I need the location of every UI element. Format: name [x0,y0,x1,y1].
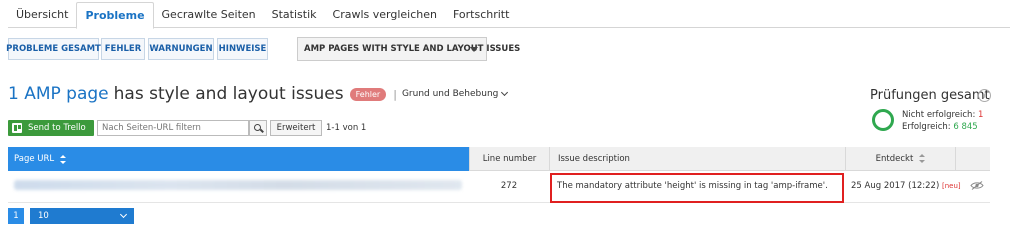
tab-compare-crawls[interactable]: Crawls vergleichen [325,2,445,28]
info-icon[interactable]: i [978,89,991,102]
result-count: 1-1 von 1 [326,123,367,133]
column-header-line-number: Line number [469,147,549,171]
column-header-issue-description: Issue description [549,147,845,171]
issue-type-dropdown[interactable]: AMP PAGES WITH STYLE AND LAYOUT ISSUES [297,37,520,61]
successful-checks: Erfolgreich: 6 845 [902,122,978,132]
search-icon-handle [260,128,264,133]
column-header-page-url-label: Page URL [14,154,55,164]
sort-icon [919,154,926,163]
column-header-discovered[interactable]: Entdeckt [845,147,955,171]
send-to-trello-label: Send to Trello [28,123,86,133]
failed-checks: Nicht erfolgreich: 1 [902,110,983,120]
pagination-page-1[interactable]: 1 [8,208,24,224]
highlight-box [550,173,844,203]
sort-icon [60,154,67,164]
rows-per-page-value: 10 [38,211,49,221]
column-header-discovered-label: Entdeckt [875,153,914,164]
column-header-actions [955,147,990,171]
title-separator: | [393,87,397,101]
reasons-and-fixes-toggle[interactable]: Grund und Behebung [401,88,509,99]
discovered-date: 25 Aug 2017 (12:22) [851,181,940,191]
discovered-cell: 25 Aug 2017 (12:22) [neu] [851,181,961,191]
tab-bar: Übersicht Probleme Gecrawlte Seiten Stat… [8,2,1010,29]
successful-checks-value: 6 845 [953,122,978,132]
error-badge: Fehler [349,87,387,101]
filter-all-issues-button[interactable]: PROBLEME GESAMT [6,38,101,60]
new-badge: [neu] [941,182,961,190]
trello-icon [12,123,22,133]
failed-checks-value: 1 [978,110,984,120]
tab-overview[interactable]: Übersicht [8,2,76,28]
send-to-trello-button[interactable]: Send to Trello [8,120,94,136]
tab-statistics[interactable]: Statistik [264,2,325,28]
tab-issues[interactable]: Probleme [76,2,154,29]
page-title: 1 AMP page has style and layout issues F… [8,84,509,104]
hide-eye-icon[interactable] [970,181,984,190]
checks-ring-chart [872,109,894,131]
chevron-down-icon [119,210,128,219]
failed-checks-label: Nicht erfolgreich: [902,110,976,120]
tab-progress[interactable]: Fortschritt [445,2,517,28]
advanced-filter-button[interactable]: Erweitert [270,120,322,136]
tab-crawled-pages[interactable]: Gecrawlte Seiten [154,2,264,28]
blurred-page-url-link[interactable] [14,180,462,190]
filter-warnings-button[interactable]: WARNUNGEN [148,38,214,60]
filter-notices-button[interactable]: HINWEISE [217,38,268,60]
reasons-and-fixes-label: Grund und Behebung [401,89,499,99]
chevron-down-icon [501,88,509,97]
page-title-text: has style and layout issues [113,84,344,104]
url-filter-input[interactable] [97,120,249,136]
search-button[interactable] [249,120,267,136]
column-header-page-url[interactable]: Page URL [8,147,469,171]
filter-errors-button[interactable]: FEHLER [101,38,145,60]
affected-pages-link[interactable]: 1 AMP page [8,84,109,104]
rows-per-page-select[interactable]: 10 [30,208,134,224]
successful-checks-label: Erfolgreich: [902,122,951,132]
issue-type-dropdown-label: AMP PAGES WITH STYLE AND LAYOUT ISSUES [304,44,521,54]
caret-down-icon [470,47,478,52]
line-number-cell: 272 [500,181,518,191]
total-checks-title: Prüfungen gesamt [870,88,990,103]
